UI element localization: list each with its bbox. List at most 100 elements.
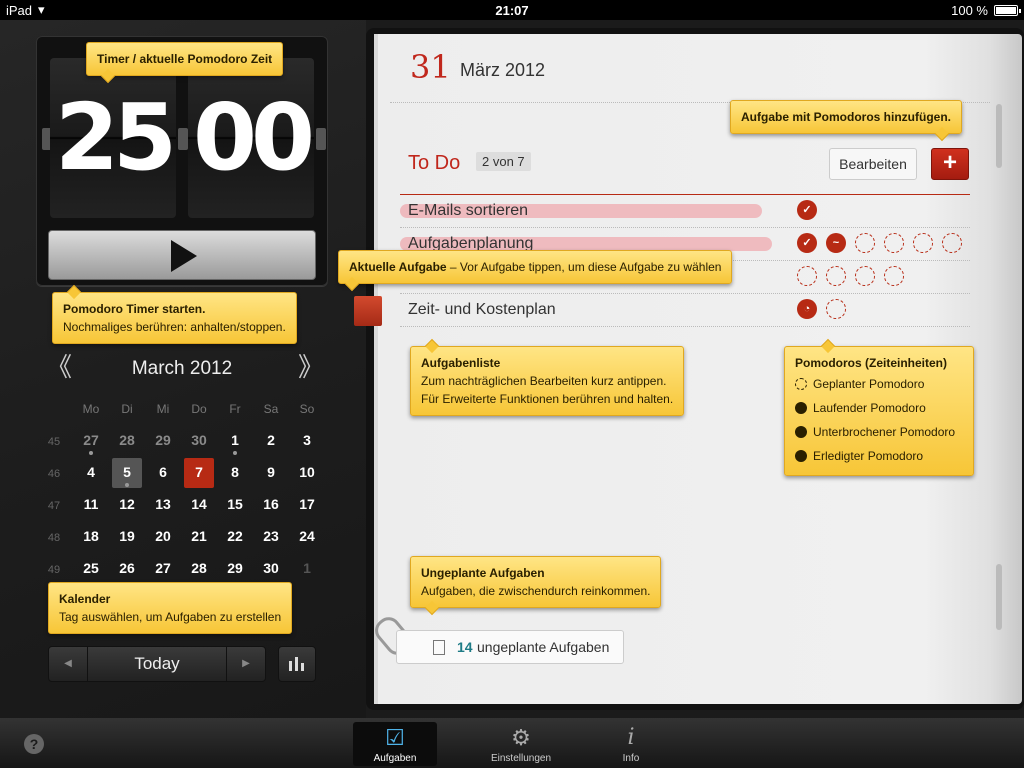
- page-day: 31: [410, 48, 451, 86]
- carrier: iPad: [6, 3, 33, 18]
- calendar-day[interactable]: 20: [148, 522, 178, 552]
- done-pomodoro-icon[interactable]: ✓: [797, 200, 817, 220]
- calendar-day[interactable]: 14: [184, 490, 214, 520]
- week-number: 46: [47, 468, 61, 480]
- scrollbar-bottom[interactable]: [996, 564, 1002, 630]
- todo-divider: [400, 194, 970, 195]
- tab-info[interactable]: i Info: [589, 722, 673, 766]
- tip-current-task: Aktuelle Aufgabe – Vor Aufgabe tippen, u…: [338, 250, 733, 292]
- chart-icon-bar: [295, 657, 298, 671]
- planned-pomodoro-icon[interactable]: [942, 233, 962, 253]
- calendar-day[interactable]: 21: [184, 522, 214, 552]
- calendar-week: 46 4 5 6 7 8 9 10: [36, 458, 328, 490]
- event-dot: [125, 483, 129, 487]
- calendar-day[interactable]: 18: [76, 522, 106, 552]
- calendar-day[interactable]: 27: [76, 426, 106, 456]
- calendar-toolbar: ◀ Today ▶: [48, 646, 316, 682]
- planned-pomodoro-icon[interactable]: [913, 233, 933, 253]
- planned-pomodoro-icon[interactable]: [884, 233, 904, 253]
- calendar-day[interactable]: 4: [76, 458, 106, 488]
- calendar-day-number: 18: [83, 528, 99, 544]
- calendar-day[interactable]: 5: [112, 458, 142, 488]
- calendar-day[interactable]: 12: [112, 490, 142, 520]
- legend-interrupted: Unterbrochener Pomodoro: [795, 420, 963, 444]
- calendar-day[interactable]: 10: [292, 458, 322, 488]
- next-day-button[interactable]: ▶: [227, 647, 265, 681]
- calendar-day[interactable]: 19: [112, 522, 142, 552]
- calendar-day[interactable]: 28: [184, 554, 214, 584]
- today-button[interactable]: Today: [87, 647, 227, 681]
- interrupted-pomodoro-icon[interactable]: ~: [826, 233, 846, 253]
- event-dot: [233, 451, 237, 455]
- prev-day-button[interactable]: ◀: [49, 647, 87, 681]
- help-icon[interactable]: ?: [24, 734, 44, 754]
- tip-current-bold: Aktuelle Aufgabe: [349, 260, 447, 274]
- calendar-day[interactable]: 1: [292, 554, 322, 584]
- calendar-day[interactable]: 6: [148, 458, 178, 488]
- tip-calendar-text: Tag auswählen, um Aufgaben zu erstellen: [59, 610, 282, 624]
- planned-pomodoro-icon[interactable]: [884, 266, 904, 286]
- tip-current-rest: – Vor Aufgabe tippen, um diese Aufgabe z…: [449, 260, 722, 274]
- done-pomodoro-icon[interactable]: ✓: [797, 233, 817, 253]
- calendar-day-number: 1: [231, 432, 239, 448]
- tip-task-list: Aufgabenliste Zum nachträglichen Bearbei…: [410, 338, 685, 416]
- next-month-icon[interactable]: 》: [298, 352, 324, 382]
- calendar-day-number: 17: [299, 496, 315, 512]
- calendar-day[interactable]: 23: [256, 522, 286, 552]
- todo-title: To Do: [408, 152, 461, 174]
- calendar-day-number: 16: [263, 496, 279, 512]
- calendar-day[interactable]: 29: [220, 554, 250, 584]
- planned-pomodoro-icon[interactable]: [826, 299, 846, 319]
- calendar-day[interactable]: 1: [220, 426, 250, 456]
- weekday-label: Fr: [229, 402, 241, 416]
- calendar-day[interactable]: 17: [292, 490, 322, 520]
- calendar-day-number: 22: [227, 528, 243, 544]
- calendar-day[interactable]: 8: [220, 458, 250, 488]
- planned-pomodoro-icon[interactable]: [826, 266, 846, 286]
- chart-icon-bar: [301, 663, 304, 671]
- calendar-week: 45 27 28 29 30 1 2 3: [36, 426, 328, 458]
- calendar-day[interactable]: 16: [256, 490, 286, 520]
- unplanned-tasks-button[interactable]: 14 ungeplante Aufgaben: [396, 630, 624, 664]
- current-task-marker[interactable]: [354, 296, 382, 326]
- calendar-day[interactable]: 30: [256, 554, 286, 584]
- tab-tasks-label: Aufgaben: [373, 753, 417, 764]
- calendar-day[interactable]: 15: [220, 490, 250, 520]
- calendar-day-number: 23: [263, 528, 279, 544]
- calendar-day-number: 9: [267, 464, 275, 480]
- planned-pomodoro-icon[interactable]: [855, 266, 875, 286]
- hinge-right: [316, 128, 326, 150]
- calendar-day[interactable]: 11: [76, 490, 106, 520]
- tab-settings[interactable]: ⚙ Einstellungen: [479, 722, 563, 766]
- calendar-day[interactable]: 3: [292, 426, 322, 456]
- calendar-day[interactable]: 7: [184, 458, 214, 488]
- calendar-day[interactable]: 30: [184, 426, 214, 456]
- planned-pomodoro-icon[interactable]: [855, 233, 875, 253]
- calendar-day[interactable]: 13: [148, 490, 178, 520]
- calendar-day[interactable]: 2: [256, 426, 286, 456]
- calendar-day[interactable]: 28: [112, 426, 142, 456]
- calendar-day[interactable]: 9: [256, 458, 286, 488]
- start-timer-button[interactable]: [48, 230, 316, 280]
- planned-pomodoro-icon: [795, 378, 807, 390]
- calendar-day[interactable]: 27: [148, 554, 178, 584]
- calendar-day-number: 30: [263, 560, 279, 576]
- calendar-day[interactable]: 25: [76, 554, 106, 584]
- calendar-day[interactable]: 24: [292, 522, 322, 552]
- legend-done: Erledigter Pomodoro: [795, 444, 963, 468]
- tab-info-label: Info: [622, 753, 640, 764]
- tab-tasks[interactable]: ☑ Aufgaben: [353, 722, 437, 766]
- add-task-button[interactable]: +: [931, 148, 969, 180]
- planned-pomodoro-icon[interactable]: [797, 266, 817, 286]
- task-row[interactable]: Zeit- und Kostenplan ◔: [400, 295, 970, 327]
- scrollbar-top[interactable]: [996, 104, 1002, 168]
- calendar-day[interactable]: 26: [112, 554, 142, 584]
- task-row[interactable]: E-Mails sortieren ✓: [400, 196, 970, 228]
- statistics-button[interactable]: [278, 646, 316, 682]
- edit-button[interactable]: Bearbeiten: [829, 148, 917, 180]
- calendar-day[interactable]: 29: [148, 426, 178, 456]
- calendar-day[interactable]: 22: [220, 522, 250, 552]
- task-name: Zeit- und Kostenplan: [408, 301, 556, 318]
- running-pomodoro-icon[interactable]: ◔: [797, 299, 817, 319]
- weekday-label: Di: [121, 402, 133, 416]
